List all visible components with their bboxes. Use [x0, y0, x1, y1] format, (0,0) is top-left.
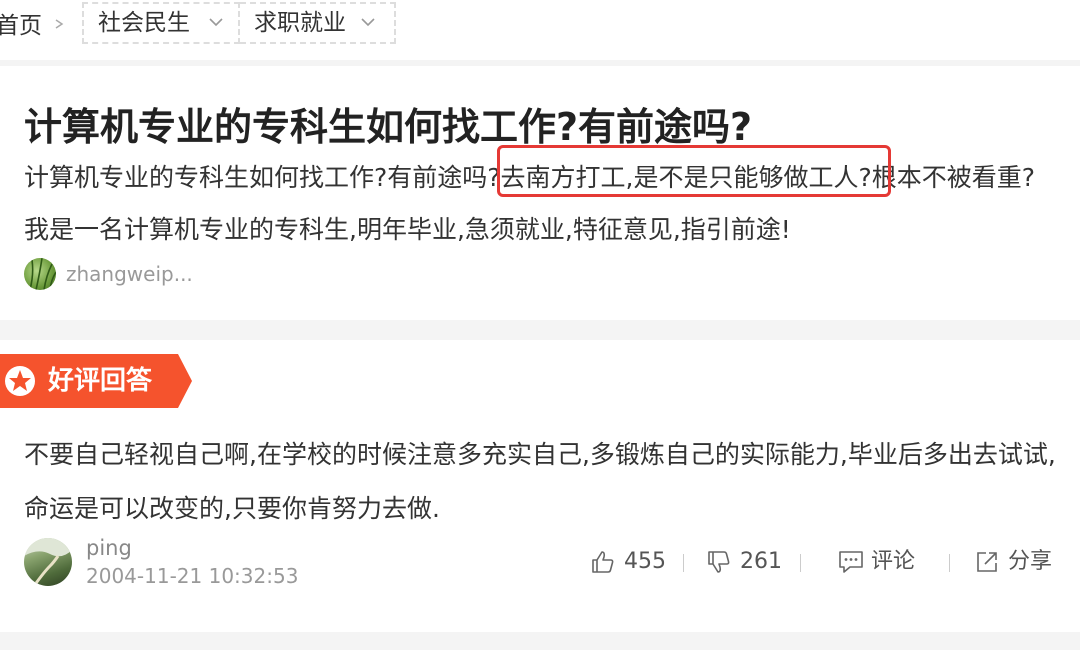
avatar[interactable] — [24, 538, 72, 586]
badge-label: 好评回答 — [48, 366, 153, 396]
comment-icon — [839, 551, 863, 573]
thumbs-up-icon — [592, 551, 614, 573]
like-count: 455 — [624, 549, 666, 574]
share-icon — [977, 552, 997, 572]
avatar[interactable] — [24, 258, 56, 290]
chevron-down-icon — [209, 18, 223, 27]
answer-text: 不要自己轻视自己啊,在学校的时候注意多充实自己,多锻炼自己的实际能力,毕业后多出… — [24, 440, 1056, 523]
answer-card: 好评回答 不要自己轻视自己啊,在学校的时候注意多充实自己,多锻炼自己的实际能力,… — [0, 340, 1080, 632]
chevron-right-icon — [55, 19, 64, 29]
divider — [683, 554, 684, 572]
next-card-edge — [0, 650, 1080, 671]
share-label: 分享 — [1008, 549, 1053, 574]
answer-timestamp: 2004-11-21 10:32:53 — [86, 564, 299, 588]
answer-actions: 455 261 评论 分享 — [590, 544, 1060, 580]
answerer-info[interactable]: ping 2004-11-21 10:32:53 — [24, 534, 424, 590]
best-answer-badge: 好评回答 — [0, 354, 192, 408]
breadcrumb-category[interactable]: 社会民生 — [82, 2, 240, 44]
like-button[interactable]: 455 — [590, 544, 670, 580]
asker-name[interactable]: zhangweip... — [66, 258, 193, 290]
dislike-count: 261 — [740, 549, 782, 574]
divider — [949, 554, 950, 572]
question-card: 计算机专业的专科生如何找工作?有前途吗? 计算机专业的专科生如何找工作?有前途吗… — [0, 66, 1080, 320]
comment-label: 评论 — [871, 549, 916, 574]
grass-icon — [29, 258, 56, 290]
answerer-name[interactable]: ping — [86, 534, 132, 562]
breadcrumb-subcategory[interactable]: 求职就业 — [240, 2, 396, 44]
breadcrumb-subcategory-label: 求职就业 — [254, 10, 346, 36]
share-button[interactable]: 分享 — [974, 544, 1054, 580]
breadcrumb: 首页 社会民生 求职就业 — [0, 0, 1080, 60]
landscape-icon — [24, 538, 72, 586]
highlight-annotation — [497, 145, 891, 197]
comment-button[interactable]: 评论 — [837, 544, 917, 580]
breadcrumb-home[interactable]: 首页 — [0, 8, 42, 44]
divider — [800, 554, 801, 572]
thumbs-down-icon — [708, 551, 730, 573]
dislike-button[interactable]: 261 — [706, 544, 786, 580]
breadcrumb-category-label: 社会民生 — [98, 10, 190, 36]
chevron-down-icon — [361, 18, 375, 27]
